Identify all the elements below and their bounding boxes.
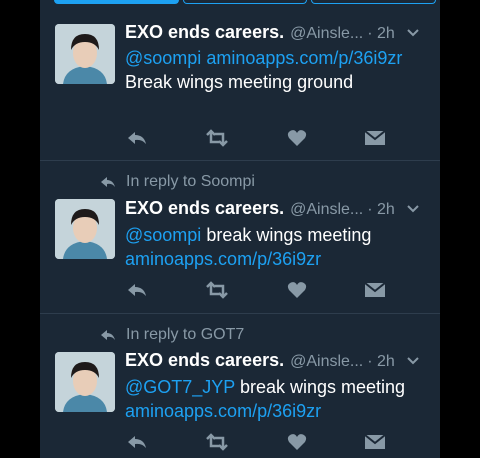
username[interactable]: @Ainsle... (290, 353, 363, 371)
avatar[interactable] (55, 199, 115, 259)
tweet-text-part: break wings meeting (201, 225, 372, 245)
mention-link[interactable]: @soompi (125, 48, 201, 68)
tweet-header: EXO ends careers. @Ainsle... · 2h (125, 22, 430, 46)
divider (40, 160, 440, 161)
url-link[interactable]: aminoapps.com/p/36i9zr (125, 249, 321, 269)
message-icon[interactable] (363, 430, 387, 454)
reply-icon[interactable] (125, 430, 149, 454)
divider (40, 313, 440, 314)
chevron-down-icon[interactable] (406, 204, 420, 214)
reply-icon (101, 177, 115, 187)
message-icon[interactable] (363, 126, 387, 150)
message-icon[interactable] (363, 278, 387, 302)
tweet-text: @soompi aminoapps.com/p/36i9zr Break win… (125, 46, 425, 94)
tweet-header: EXO ends careers. @Ainsle... · 2h (125, 350, 430, 374)
tweet-text: @GOT7_JYP break wings meeting aminoapps.… (125, 375, 425, 423)
mention-link[interactable]: @soompi (125, 225, 201, 245)
reply-context[interactable]: In reply to Soompi (100, 172, 255, 192)
retweet-icon[interactable] (205, 430, 229, 454)
username[interactable]: @Ainsle... (290, 201, 363, 219)
display-name[interactable]: EXO ends careers. (125, 198, 284, 219)
tab-3[interactable] (311, 0, 437, 4)
reply-icon[interactable] (125, 126, 149, 150)
tweet-actions (125, 430, 425, 454)
tab-1[interactable] (54, 0, 179, 4)
timeline: EXO ends careers. @Ainsle... · 2h @soomp… (40, 0, 440, 458)
display-name[interactable]: EXO ends careers. (125, 350, 284, 371)
reply-to-label: In reply to GOT7 (126, 326, 245, 343)
timestamp: · 2h (367, 25, 395, 42)
avatar[interactable] (55, 352, 115, 412)
like-icon[interactable] (285, 126, 309, 150)
avatar[interactable] (55, 24, 115, 84)
chevron-down-icon[interactable] (406, 356, 420, 366)
top-tab-bar (54, 0, 440, 6)
tweet-text-part: break wings meeting (234, 377, 406, 397)
display-name[interactable]: EXO ends careers. (125, 22, 284, 43)
reply-to-label: In reply to Soompi (126, 173, 255, 190)
chevron-down-icon[interactable] (406, 28, 420, 38)
tab-2[interactable] (182, 0, 308, 4)
timestamp: · 2h (367, 353, 395, 370)
tweet-text: @soompi break wings meeting aminoapps.co… (125, 223, 425, 271)
tweet-actions (125, 126, 425, 150)
url-link[interactable]: aminoapps.com/p/36i9zr (206, 48, 402, 68)
like-icon[interactable] (285, 430, 309, 454)
reply-icon[interactable] (125, 278, 149, 302)
tweet-header: EXO ends careers. @Ainsle... · 2h (125, 198, 430, 222)
tweet-actions (125, 278, 425, 302)
retweet-icon[interactable] (205, 126, 229, 150)
like-icon[interactable] (285, 278, 309, 302)
username[interactable]: @Ainsle... (290, 25, 363, 43)
reply-context[interactable]: In reply to GOT7 (100, 325, 244, 345)
reply-icon (101, 330, 115, 340)
timestamp: · 2h (367, 201, 395, 218)
tweet-text-part: Break wings meeting ground (125, 72, 354, 92)
url-link[interactable]: aminoapps.com/p/36i9zr (125, 401, 321, 421)
mention-link[interactable]: @GOT7_JYP (125, 377, 235, 397)
retweet-icon[interactable] (205, 278, 229, 302)
